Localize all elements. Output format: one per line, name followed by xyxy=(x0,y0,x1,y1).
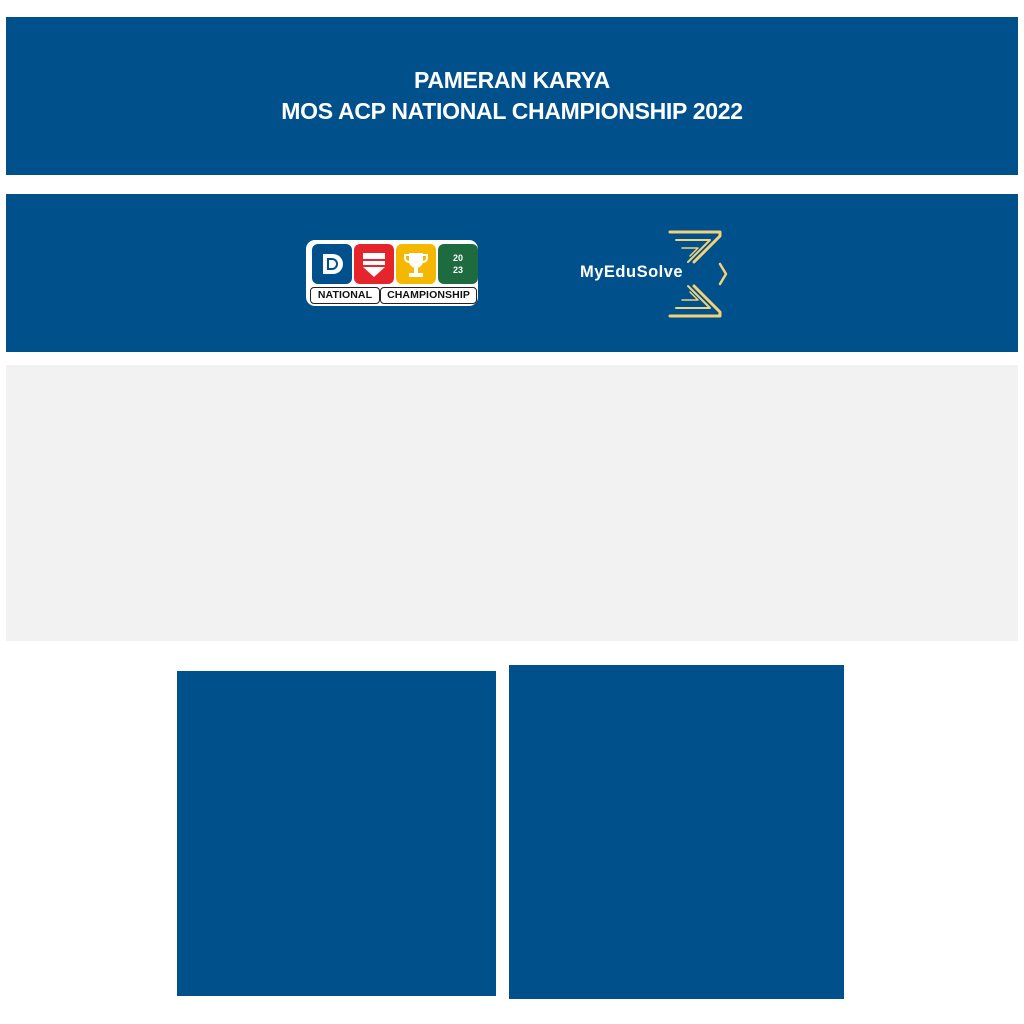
logo-year-top: 20 xyxy=(452,253,463,263)
logo-tile-blue xyxy=(312,244,352,284)
d-shape-icon xyxy=(323,254,343,274)
content-placeholder xyxy=(6,365,1018,641)
logo-banner: 20 23 NATIONAL CHAMPIONSHIP MyEduSolve xyxy=(6,194,1018,352)
logo-tile-yellow xyxy=(396,244,436,284)
header-banner: PAMERAN KARYA MOS ACP NATIONAL CHAMPIONS… xyxy=(6,17,1018,175)
logo-year: 20 23 xyxy=(438,252,478,276)
myedusolve-wordmark: MyEduSolve xyxy=(580,263,684,281)
medal-icon xyxy=(363,253,385,277)
photo-frame-left xyxy=(177,671,496,996)
trophy-icon xyxy=(404,253,428,277)
logo-year-bottom: 23 xyxy=(452,265,463,275)
myedusolve-logo: MyEduSolve xyxy=(576,228,736,322)
logo-caption-championship: CHAMPIONSHIP xyxy=(380,287,477,304)
page-title-line-1: PAMERAN KARYA xyxy=(414,67,610,93)
logo-tile-green: 20 23 xyxy=(438,244,478,284)
logo-tile-red xyxy=(354,244,394,284)
logo-caption-national: NATIONAL xyxy=(310,287,380,304)
photo-frame-right xyxy=(509,665,844,999)
national-championship-logo: 20 23 NATIONAL CHAMPIONSHIP xyxy=(306,240,480,308)
page-title-line-2: MOS ACP NATIONAL CHAMPIONSHIP 2022 xyxy=(281,98,743,124)
